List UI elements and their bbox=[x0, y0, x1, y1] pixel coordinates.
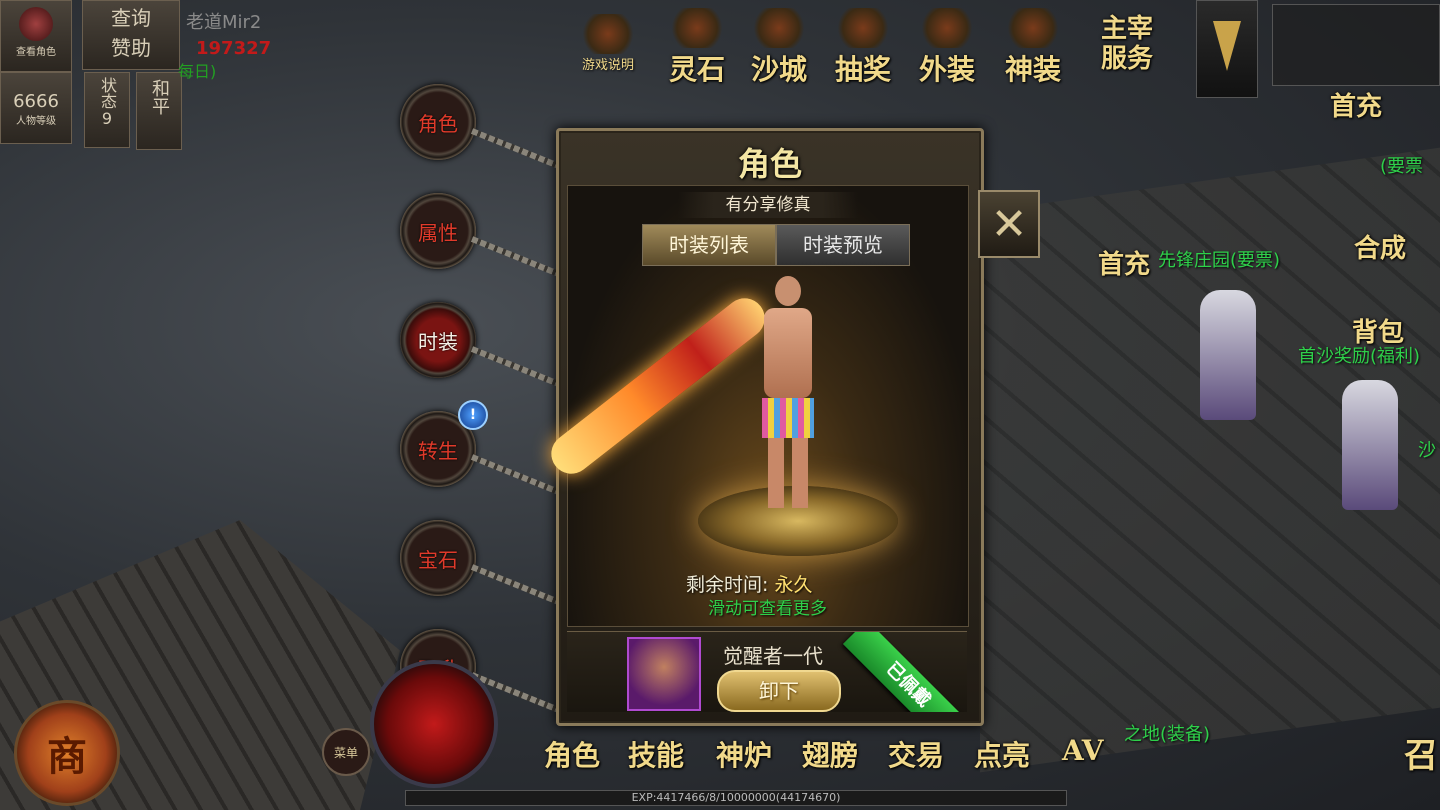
top-menu-master-service[interactable]: 主宰服务 bbox=[1090, 14, 1164, 74]
unequip-button[interactable]: 卸下 bbox=[717, 670, 841, 712]
view-role-label: 查看角色 bbox=[16, 47, 56, 58]
level-box: 6666 人物等级 bbox=[0, 72, 72, 144]
character-legs bbox=[768, 438, 808, 508]
equipped-ribbon: 已佩戴 bbox=[842, 632, 967, 712]
character-figure bbox=[758, 276, 818, 516]
map-toggle-button[interactable] bbox=[1196, 0, 1258, 98]
fashion-preview-area[interactable]: 有分享修真 时装列表 时装预览 剩余时间: 永久 滑动可查看更多 bbox=[543, 185, 969, 627]
npc-label-ticket[interactable]: (要票 bbox=[1380, 152, 1423, 178]
status-button[interactable]: 状态 9 bbox=[84, 72, 130, 148]
bottom-menu-trade[interactable]: 交易 bbox=[888, 734, 944, 774]
scroll-icon bbox=[581, 14, 635, 54]
bottom-menu-light[interactable]: 点亮 bbox=[974, 734, 1030, 774]
synth-button[interactable]: 合成 bbox=[1354, 228, 1406, 265]
minimap[interactable] bbox=[1272, 4, 1440, 86]
lottery-icon bbox=[836, 8, 890, 48]
status-label: 状态 bbox=[98, 77, 117, 109]
npc-figure[interactable] bbox=[1200, 290, 1256, 420]
panel-subtitle: 有分享修真 bbox=[678, 192, 858, 218]
chain-decoration bbox=[470, 564, 566, 608]
avatar bbox=[19, 7, 53, 41]
side-tab-gems-label: 宝石 bbox=[418, 547, 458, 572]
npc-figure[interactable] bbox=[1342, 380, 1398, 510]
summon-button[interactable]: 召 bbox=[1404, 728, 1438, 777]
item-name: 觉醒者一代 bbox=[723, 644, 823, 668]
player-name: 老道Mir2 bbox=[186, 12, 262, 33]
swipe-hint: 滑动可查看更多 bbox=[708, 599, 827, 619]
chain-decoration bbox=[470, 128, 566, 172]
level-value: 6666 bbox=[13, 91, 59, 112]
top-menu-sand-city[interactable]: 沙城 bbox=[748, 8, 810, 88]
remaining-time: 剩余时间: 永久 bbox=[686, 570, 812, 597]
role-panel: 角色 有分享修真 时装列表 时装预览 剩余时间: 永久 滑动可查看更多 觉醒者一… bbox=[543, 128, 984, 726]
menu-button[interactable]: 菜单 bbox=[322, 728, 370, 776]
status-number: 9 bbox=[101, 109, 113, 128]
item-thumbnail[interactable] bbox=[627, 637, 701, 711]
exp-bar: EXP:4417466/8/10000000(44174670) bbox=[405, 790, 1067, 806]
top-menu-outfit[interactable]: 外装 bbox=[916, 8, 978, 88]
divine-gear-label: 神装 bbox=[1004, 53, 1061, 86]
npc-label-siege-reward[interactable]: 首沙奖励(福利) bbox=[1298, 342, 1420, 368]
character-shorts bbox=[762, 398, 814, 438]
level-label: 人物等级 bbox=[16, 116, 56, 127]
master-service-label: 主宰服务 bbox=[1100, 14, 1153, 74]
npc-label-manor[interactable]: 先锋庄园(要票) bbox=[1158, 246, 1280, 272]
side-tab-fashion[interactable]: 时装 bbox=[400, 302, 476, 378]
top-menu-divine-gear[interactable]: 神装 bbox=[1002, 8, 1064, 88]
npc-label-sand[interactable]: 沙 bbox=[1418, 436, 1436, 462]
top-right-first-recharge[interactable]: 首充 bbox=[1330, 86, 1382, 123]
side-tab-attributes-label: 属性 bbox=[418, 220, 458, 245]
hp-orb bbox=[370, 660, 498, 788]
side-tab-fashion-label: 时装 bbox=[418, 329, 458, 354]
divine-gear-icon bbox=[1006, 8, 1060, 48]
chain-decoration bbox=[470, 236, 566, 280]
bottom-menu-av[interactable]: AV bbox=[1062, 734, 1103, 767]
top-menu-lottery[interactable]: 抽奖 bbox=[832, 8, 894, 88]
bottom-menu-furnace[interactable]: 神炉 bbox=[716, 734, 772, 774]
remaining-time-value: 永久 bbox=[774, 574, 813, 596]
spirit-stone-label: 灵石 bbox=[668, 53, 725, 86]
peace-label: 和平 bbox=[149, 79, 170, 115]
side-tab-gems[interactable]: 宝石 bbox=[400, 520, 476, 596]
daily-text: 每日) bbox=[178, 62, 217, 81]
remaining-time-label: 剩余时间: bbox=[686, 574, 769, 596]
side-tab-role-label: 角色 bbox=[418, 111, 458, 136]
outfit-label: 外装 bbox=[918, 53, 975, 86]
query-sponsor-button[interactable]: 查询 赞助 bbox=[82, 0, 180, 70]
first-recharge-button[interactable]: 首充 bbox=[1098, 244, 1150, 281]
tab-fashion-list[interactable]: 时装列表 bbox=[642, 224, 776, 266]
character-head bbox=[775, 276, 801, 306]
close-button[interactable]: ✕ bbox=[978, 190, 1040, 258]
query-label: 查询 bbox=[111, 6, 151, 30]
panel-title: 角色 bbox=[737, 145, 802, 183]
shop-button[interactable]: 商 bbox=[14, 700, 120, 806]
arrow-icon bbox=[1213, 21, 1241, 71]
sword-image bbox=[543, 290, 773, 482]
side-tab-attributes[interactable]: 属性 bbox=[400, 193, 476, 269]
spirit-stone-icon bbox=[670, 8, 724, 48]
bottom-menu-skills[interactable]: 技能 bbox=[628, 734, 684, 774]
equipped-item-row: 觉醒者一代 卸下 已佩戴 bbox=[567, 631, 967, 712]
lottery-label: 抽奖 bbox=[834, 53, 891, 86]
npc-label-equip-land[interactable]: 之地(装备) bbox=[1124, 720, 1210, 746]
character-torso bbox=[764, 308, 812, 398]
top-menu-spirit-stone[interactable]: 灵石 bbox=[666, 8, 728, 88]
game-guide-button[interactable]: 游戏说明 bbox=[566, 14, 650, 73]
outfit-icon bbox=[920, 8, 974, 48]
game-guide-label: 游戏说明 bbox=[581, 58, 634, 73]
bottom-menu-role[interactable]: 角色 bbox=[544, 734, 600, 774]
view-role-button[interactable]: 查看角色 bbox=[0, 0, 72, 72]
player-score: 197327 bbox=[196, 38, 272, 59]
chain-decoration bbox=[470, 346, 566, 390]
sponsor-label: 赞助 bbox=[111, 36, 151, 60]
bottom-menu-wings[interactable]: 翅膀 bbox=[802, 734, 858, 774]
sand-city-label: 沙城 bbox=[750, 53, 807, 86]
side-tab-role[interactable]: 角色 bbox=[400, 84, 476, 160]
tab-fashion-preview[interactable]: 时装预览 bbox=[776, 224, 910, 266]
notification-badge: ! bbox=[458, 400, 488, 430]
crossed-swords-icon bbox=[752, 8, 806, 48]
side-tab-rebirth-label: 转生 bbox=[418, 438, 458, 463]
peace-mode-button[interactable]: 和平 bbox=[136, 72, 182, 150]
